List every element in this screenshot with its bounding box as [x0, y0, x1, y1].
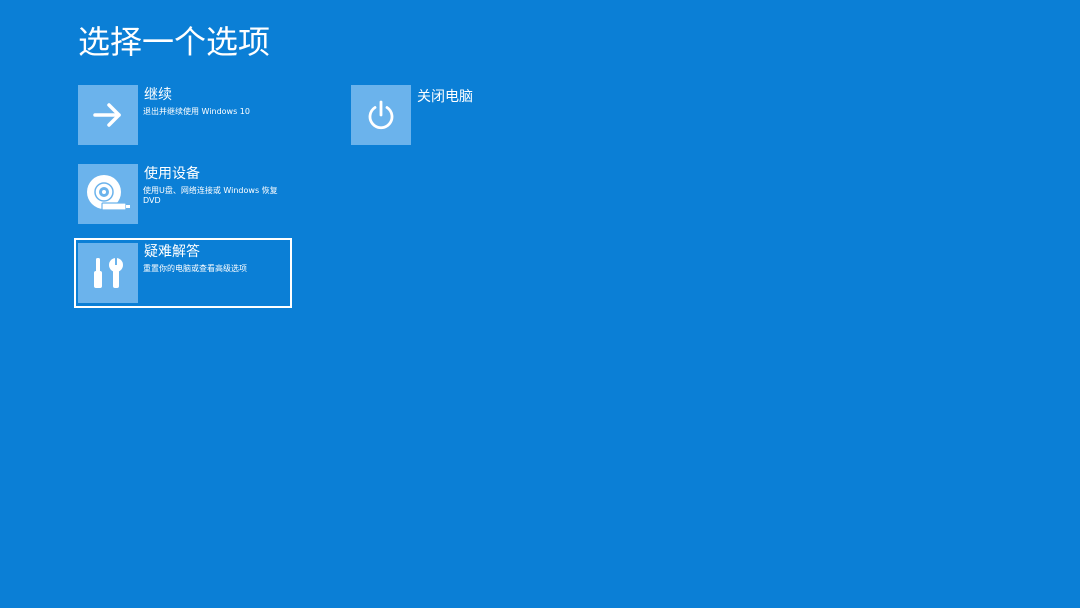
continue-description: 退出并继续使用 Windows 10 [143, 107, 250, 116]
continue-title: 继续 [144, 87, 172, 103]
shutdown-tile[interactable] [351, 85, 411, 145]
disc-drive-icon [87, 175, 130, 211]
troubleshoot-option[interactable]: 疑难解答 重置你的电脑或查看高级选项 [74, 238, 292, 308]
shutdown-title: 关闭电脑 [417, 89, 473, 105]
continue-tile[interactable] [78, 85, 138, 145]
recovery-screen: { "page": { "title": "选择一个选项", "backgrou… [0, 0, 1080, 608]
tools-icon [94, 258, 123, 288]
use-device-title: 使用设备 [144, 166, 200, 182]
use-device-description: 使用U盘、网络连接或 Windows 恢复 DVD [143, 186, 278, 205]
page-title: 选择一个选项 [78, 23, 271, 61]
troubleshoot-tile[interactable] [78, 243, 138, 303]
continue-option[interactable]: 继续 退出并继续使用 Windows 10 [78, 85, 288, 147]
troubleshoot-title: 疑难解答 [144, 244, 200, 260]
arrow-right-icon [93, 103, 121, 127]
power-icon [368, 100, 394, 130]
troubleshoot-description: 重置你的电脑或查看高级选项 [143, 264, 247, 273]
shutdown-option[interactable]: 关闭电脑 [351, 85, 501, 147]
use-device-tile[interactable] [78, 164, 138, 224]
use-device-option[interactable]: 使用设备 使用U盘、网络连接或 Windows 恢复 DVD [78, 164, 288, 226]
